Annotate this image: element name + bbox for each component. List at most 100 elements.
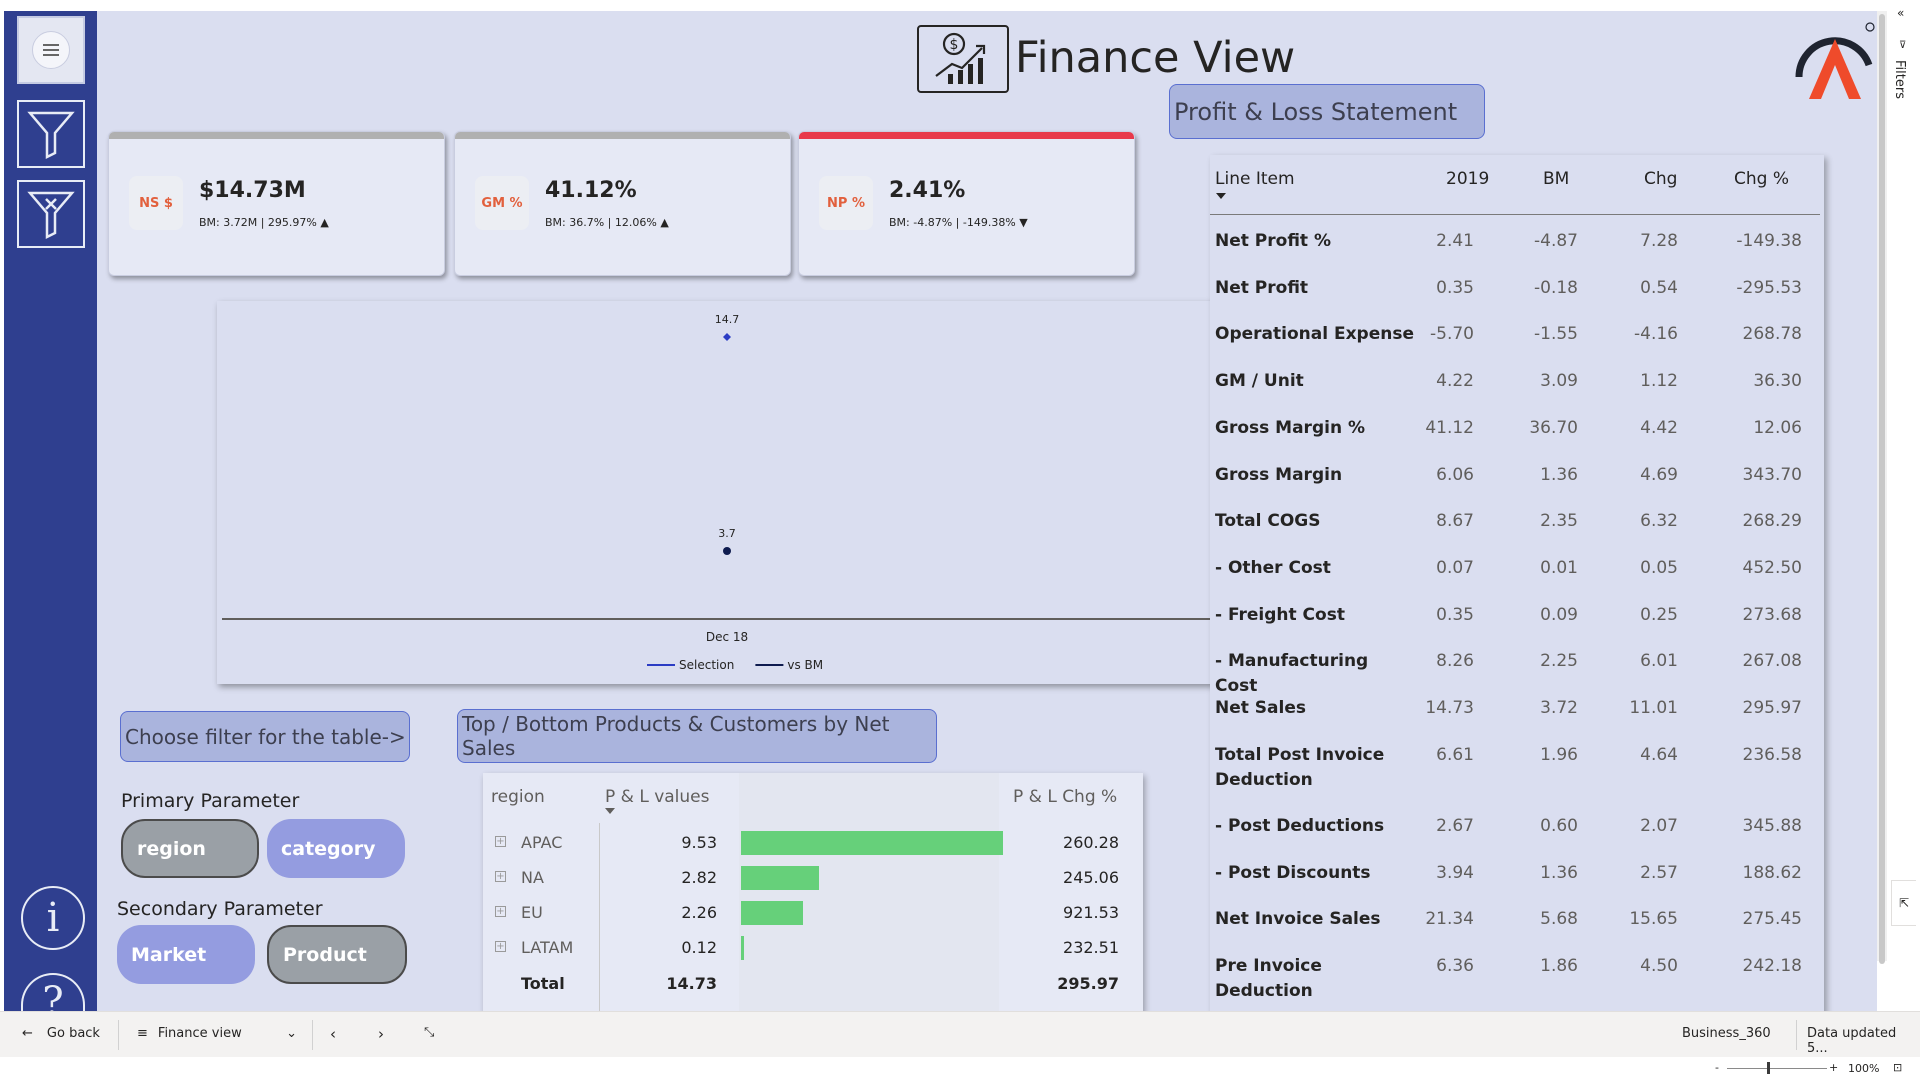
value-2019: 0.07 xyxy=(1436,558,1474,578)
column-header-chg[interactable]: Chg xyxy=(1644,169,1677,189)
table-total-row: Total 14.73 295.97 xyxy=(483,966,1143,1001)
table-row[interactable]: + LATAM 0.12 232.51 xyxy=(483,930,1143,965)
legend-label: vs BM xyxy=(787,658,823,672)
table-row[interactable]: + EU 2.26 921.53 xyxy=(483,895,1143,930)
value-2019: 8.67 xyxy=(1436,511,1474,531)
pl-statement-table[interactable]: Line Item 2019 BM Chg Chg % Net Profit %… xyxy=(1210,155,1824,1015)
pl-heading: Profit & Loss Statement xyxy=(1169,84,1485,139)
line-item: - Freight Cost xyxy=(1215,605,1345,625)
menu-button[interactable] xyxy=(17,16,85,84)
kpi-benchmark-text: BM: -4.87% | -149.38% xyxy=(889,216,1016,229)
column-header-region[interactable]: region xyxy=(491,787,545,807)
divider xyxy=(312,1020,313,1050)
expand-icon[interactable]: + xyxy=(495,906,506,917)
column-header-2019[interactable]: 2019 xyxy=(1446,169,1489,189)
zoom-slider-track[interactable] xyxy=(1727,1068,1827,1069)
zoom-slider-thumb[interactable] xyxy=(1767,1062,1770,1074)
value-chg: 4.50 xyxy=(1640,956,1678,976)
value-2019: 4.22 xyxy=(1436,371,1474,391)
kpi-badge: NS $ xyxy=(129,176,183,230)
go-back-button[interactable]: ← Go back xyxy=(22,1026,100,1041)
zoom-level: 100% xyxy=(1848,1062,1880,1075)
pl-table-viewport: Line Item 2019 BM Chg Chg % Net Profit %… xyxy=(1210,155,1824,1015)
next-page-icon[interactable]: › xyxy=(378,1025,384,1043)
value-2019: 3.94 xyxy=(1436,863,1474,883)
kpi-card-net-profit[interactable]: NP % 2.41% BM: -4.87% | -149.38% ▼ xyxy=(798,131,1135,276)
row-value: 9.53 xyxy=(681,833,717,852)
zoom-in-button[interactable]: + xyxy=(1829,1061,1838,1074)
value-bm: 36.70 xyxy=(1529,418,1578,438)
value-bm: 5.68 xyxy=(1540,909,1578,929)
value-chg: 4.42 xyxy=(1640,418,1678,438)
value-chg-pct: 12.06 xyxy=(1753,418,1802,438)
value-chg: 2.57 xyxy=(1640,863,1678,883)
zoom-out-button[interactable]: - xyxy=(1715,1061,1719,1074)
series-point-vs-bm xyxy=(723,547,731,555)
data-bar xyxy=(741,831,1003,855)
trend-chart-panel[interactable]: Dec 18 14.7 3.7 Selection vs BM xyxy=(217,301,1237,684)
total-value: 14.73 xyxy=(666,974,717,993)
line-item: Total Post Invoice Deduction xyxy=(1215,745,1385,790)
visual-toggle-icon[interactable]: ⇱ xyxy=(1891,880,1916,926)
kpi-accent-bar xyxy=(455,132,790,139)
page-title: Finance View xyxy=(1015,33,1296,83)
value-2019: 0.35 xyxy=(1436,278,1474,298)
row-value: 2.26 xyxy=(681,903,717,922)
value-chg-pct: 275.45 xyxy=(1742,909,1802,929)
data-bar xyxy=(741,866,819,890)
value-chg-pct: 452.50 xyxy=(1742,558,1802,578)
value-chg-pct: 268.29 xyxy=(1742,511,1802,531)
kpi-card-gross-margin[interactable]: GM % 41.12% BM: 36.7% | 12.06% ▲ xyxy=(454,131,791,276)
fit-to-page-icon[interactable]: ⊡ xyxy=(1893,1061,1902,1074)
column-header-line-item[interactable]: Line Item xyxy=(1215,169,1295,189)
exit-fullscreen-icon[interactable]: ⤡ xyxy=(424,1025,434,1040)
column-header-pl-values[interactable]: P & L values xyxy=(605,787,709,807)
primary-parameter-label: Primary Parameter xyxy=(121,790,300,812)
clear-filter-button[interactable] xyxy=(17,180,85,248)
value-chg: 4.69 xyxy=(1640,465,1678,485)
value-bm: 2.25 xyxy=(1540,651,1578,671)
x-tick-label: Dec 18 xyxy=(706,630,748,644)
filters-pane-label[interactable]: Filters xyxy=(1892,60,1907,99)
previous-page-icon[interactable]: ‹ xyxy=(330,1025,336,1043)
filter-button[interactable] xyxy=(17,100,85,168)
column-header-chg-pct[interactable]: Chg % xyxy=(1734,169,1789,189)
expand-icon[interactable]: + xyxy=(495,836,506,847)
param-region-button[interactable]: region xyxy=(121,819,259,878)
data-updated-text: Data updated 5... xyxy=(1807,1026,1897,1056)
line-item: Gross Margin xyxy=(1215,465,1343,485)
page-selector-dropdown[interactable]: ≡ Finance view ⌄ xyxy=(137,1026,297,1041)
region-matrix-table[interactable]: region P & L values P & L Chg % + APAC 9… xyxy=(483,773,1143,1013)
kpi-card-net-sales[interactable]: NS $ $14.73M BM: 3.72M | 295.97% ▲ xyxy=(108,131,445,276)
value-2019: 0.35 xyxy=(1436,605,1474,625)
value-bm: 0.60 xyxy=(1540,816,1578,836)
table-row[interactable]: + NA 2.82 245.06 xyxy=(483,860,1143,895)
value-2019: 2.41 xyxy=(1436,231,1474,251)
value-2019: 41.12 xyxy=(1425,418,1474,438)
value-chg-pct: 36.30 xyxy=(1753,371,1802,391)
info-button[interactable]: i xyxy=(21,886,85,950)
row-chg: 921.53 xyxy=(1063,903,1119,922)
param-category-button[interactable]: category xyxy=(267,819,405,878)
value-2019: 6.61 xyxy=(1436,745,1474,765)
value-chg-pct: 295.97 xyxy=(1742,698,1802,718)
kpi-accent-bar xyxy=(109,132,444,139)
expand-icon[interactable]: + xyxy=(495,941,506,952)
column-header-bm[interactable]: BM xyxy=(1543,169,1569,189)
expand-icon[interactable]: + xyxy=(495,871,506,882)
column-header-pl-chg[interactable]: P & L Chg % xyxy=(1013,787,1117,807)
line-item: Pre Invoice Deduction xyxy=(1215,956,1322,1001)
param-product-button[interactable]: Product xyxy=(267,925,407,984)
table-row[interactable]: + APAC 9.53 260.28 xyxy=(483,825,1143,860)
value-chg: -4.16 xyxy=(1634,324,1678,344)
value-bm: 0.09 xyxy=(1540,605,1578,625)
sort-desc-icon xyxy=(605,808,615,814)
scrollbar-thumb[interactable] xyxy=(1879,14,1885,964)
value-chg: 7.28 xyxy=(1640,231,1678,251)
value-bm: 1.36 xyxy=(1540,465,1578,485)
header-divider xyxy=(1210,214,1820,215)
param-market-button[interactable]: Market xyxy=(117,925,255,984)
value-chg: 1.12 xyxy=(1640,371,1678,391)
collapse-chevron-icon[interactable]: « xyxy=(1897,6,1904,20)
kpi-badge: NP % xyxy=(819,176,873,230)
